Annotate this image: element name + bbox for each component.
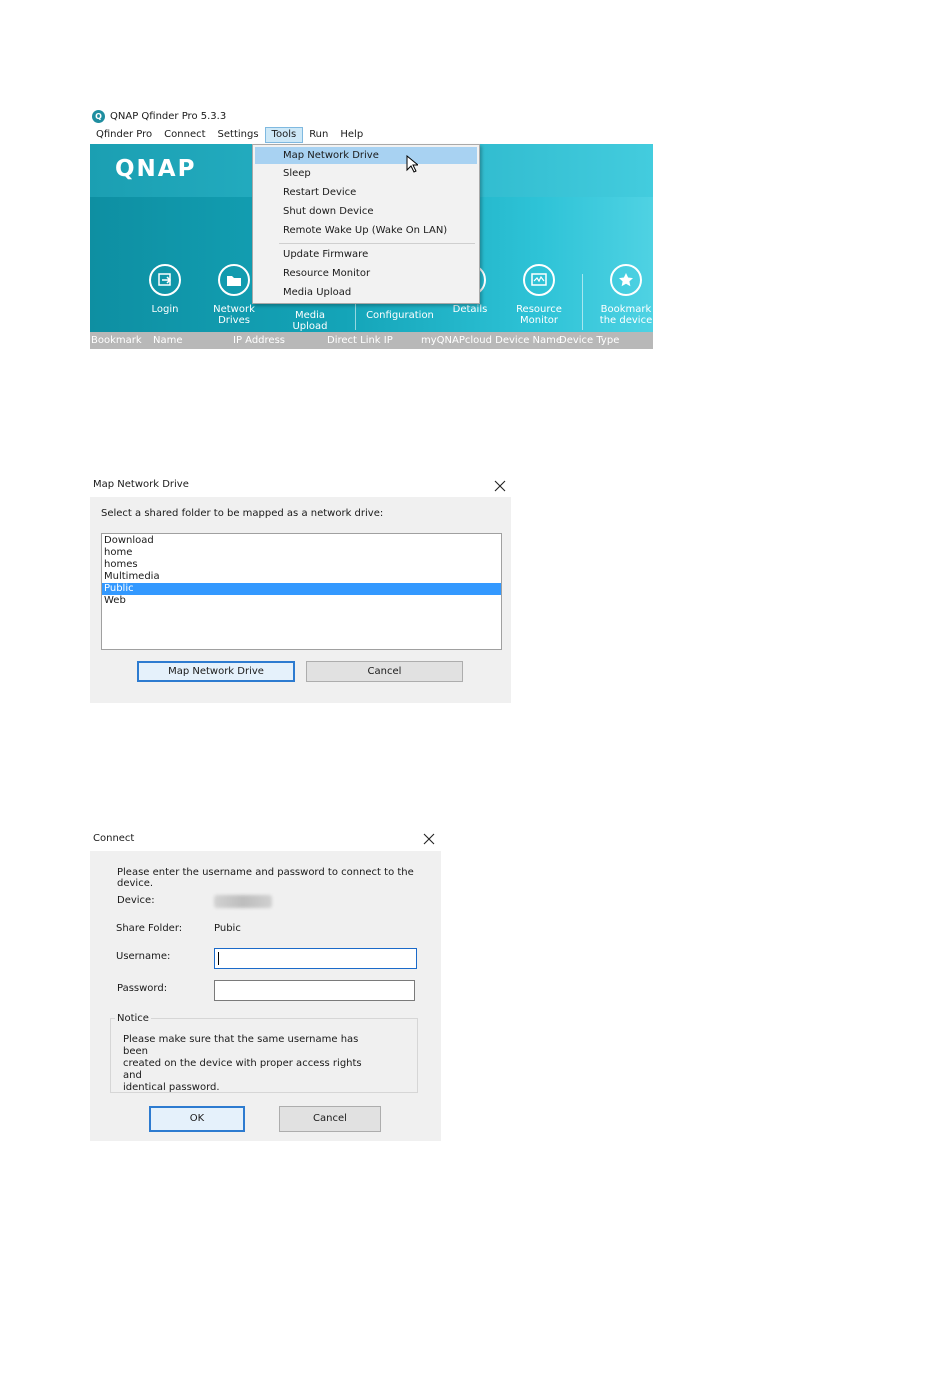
star-icon	[610, 264, 642, 296]
column-ip-address[interactable]: IP Address	[233, 335, 285, 346]
toolbar-separator	[582, 274, 583, 330]
configuration-label: Configuration	[366, 310, 434, 321]
menu-connect[interactable]: Connect	[158, 127, 211, 143]
share-folder-value: Pubic	[214, 923, 241, 934]
qfinder-app-icon: Q	[92, 109, 105, 123]
media-upload-button[interactable]: Media Upload	[276, 310, 344, 332]
details-label: Details	[452, 304, 488, 315]
notice-line: identical password.	[123, 1082, 220, 1093]
notice-title: Notice	[115, 1013, 151, 1024]
menu-separator	[279, 243, 475, 244]
map-drive-dialog-title: Map Network Drive	[93, 479, 189, 490]
resource-monitor-label-2: Monitor	[519, 315, 558, 326]
menu-item-remote-wake-up[interactable]: Remote Wake Up (Wake On LAN)	[255, 222, 477, 239]
qnap-logo: QNAP	[115, 156, 197, 182]
resource-monitor-button[interactable]: Resource Monitor	[510, 264, 568, 326]
menu-settings[interactable]: Settings	[212, 127, 265, 143]
map-drive-dialog: Select a shared folder to be mapped as a…	[90, 497, 511, 703]
resource-monitor-label-1: Resource	[516, 304, 562, 315]
map-network-drive-button[interactable]: Map Network Drive	[137, 661, 295, 682]
connect-close-icon[interactable]	[423, 833, 435, 845]
bookmark-label-1: Bookmark	[600, 304, 652, 315]
column-direct-link-ip[interactable]: Direct Link IP	[327, 335, 393, 346]
menu-item-update-firmware[interactable]: Update Firmware	[255, 246, 477, 263]
network-drives-label-2: Drives	[218, 315, 250, 326]
menu-tools[interactable]: Tools	[264, 127, 304, 143]
menu-help[interactable]: Help	[334, 127, 369, 143]
map-drive-cancel-button[interactable]: Cancel	[306, 661, 463, 682]
share-folder-label: Share Folder:	[116, 923, 183, 934]
connect-cancel-button[interactable]: Cancel	[279, 1106, 381, 1132]
login-icon	[149, 264, 181, 296]
ok-button[interactable]: OK	[149, 1106, 245, 1132]
qfinder-title-bar: Q QNAP Qfinder Pro 5.3.3	[92, 108, 226, 124]
network-drives-label-1: Network	[213, 304, 255, 315]
menu-item-sleep[interactable]: Sleep	[255, 165, 477, 182]
username-input[interactable]	[214, 948, 417, 969]
notice-text: Please make sure that the same username …	[123, 1034, 383, 1094]
username-label: Username:	[116, 951, 171, 962]
folder-list-item[interactable]: homes	[102, 559, 501, 571]
connect-dialog: Please enter the username and password t…	[90, 851, 441, 1141]
password-label: Password:	[117, 983, 168, 994]
device-label: Device:	[117, 895, 155, 906]
folder-list-item-selected[interactable]: Public	[102, 583, 501, 595]
menu-item-resource-monitor[interactable]: Resource Monitor	[255, 265, 477, 282]
menu-run[interactable]: Run	[303, 127, 334, 143]
bookmark-device-button[interactable]: Bookmark the device	[594, 264, 653, 326]
mouse-cursor-icon	[406, 155, 418, 173]
connect-instruction-line2: device.	[117, 878, 154, 889]
password-input[interactable]	[214, 980, 415, 1001]
menu-item-media-upload[interactable]: Media Upload	[255, 284, 477, 301]
menu-item-map-network-drive[interactable]: Map Network Drive	[255, 147, 477, 164]
login-button[interactable]: Login	[140, 264, 190, 315]
folder-list-item[interactable]: Multimedia	[102, 571, 501, 583]
folder-list-item[interactable]: Download	[102, 535, 501, 547]
menu-item-restart-device[interactable]: Restart Device	[255, 184, 477, 201]
window-title: QNAP Qfinder Pro 5.3.3	[110, 110, 227, 122]
notice-line: Please make sure that the same username …	[123, 1034, 359, 1057]
folder-icon	[218, 264, 250, 296]
column-bookmark[interactable]: Bookmark	[91, 335, 142, 346]
configuration-button[interactable]: Configuration	[364, 310, 436, 321]
menu-item-shut-down-device[interactable]: Shut down Device	[255, 203, 477, 220]
folder-list-item[interactable]: Web	[102, 595, 501, 607]
column-device-type[interactable]: Device Type	[559, 335, 619, 346]
map-drive-prompt: Select a shared folder to be mapped as a…	[101, 508, 384, 519]
text-caret	[218, 952, 219, 965]
column-name[interactable]: Name	[153, 335, 183, 346]
connect-dialog-title: Connect	[93, 833, 135, 844]
folder-list-item[interactable]: home	[102, 547, 501, 559]
column-myqnapcloud-name[interactable]: myQNAPcloud Device Name	[421, 335, 562, 346]
shared-folder-list[interactable]: Download home homes Multimedia Public We…	[101, 533, 502, 650]
tools-dropdown-menu: Map Network Drive Sleep Restart Device S…	[252, 144, 480, 304]
map-drive-close-icon[interactable]	[494, 480, 506, 492]
bookmark-label-2: the device	[599, 315, 653, 326]
media-upload-label: Media Upload	[292, 310, 328, 332]
device-name-redacted	[214, 895, 272, 908]
connect-instruction-line1: Please enter the username and password t…	[117, 867, 414, 878]
menu-bar: Qfinder Pro Connect Settings Tools Run H…	[90, 127, 369, 143]
notice-line: created on the device with proper access…	[123, 1058, 362, 1081]
login-label: Login	[151, 304, 179, 315]
device-list-header: Bookmark Name IP Address Direct Link IP …	[90, 332, 653, 349]
monitor-icon	[523, 264, 555, 296]
menu-qfinder-pro[interactable]: Qfinder Pro	[90, 127, 158, 143]
